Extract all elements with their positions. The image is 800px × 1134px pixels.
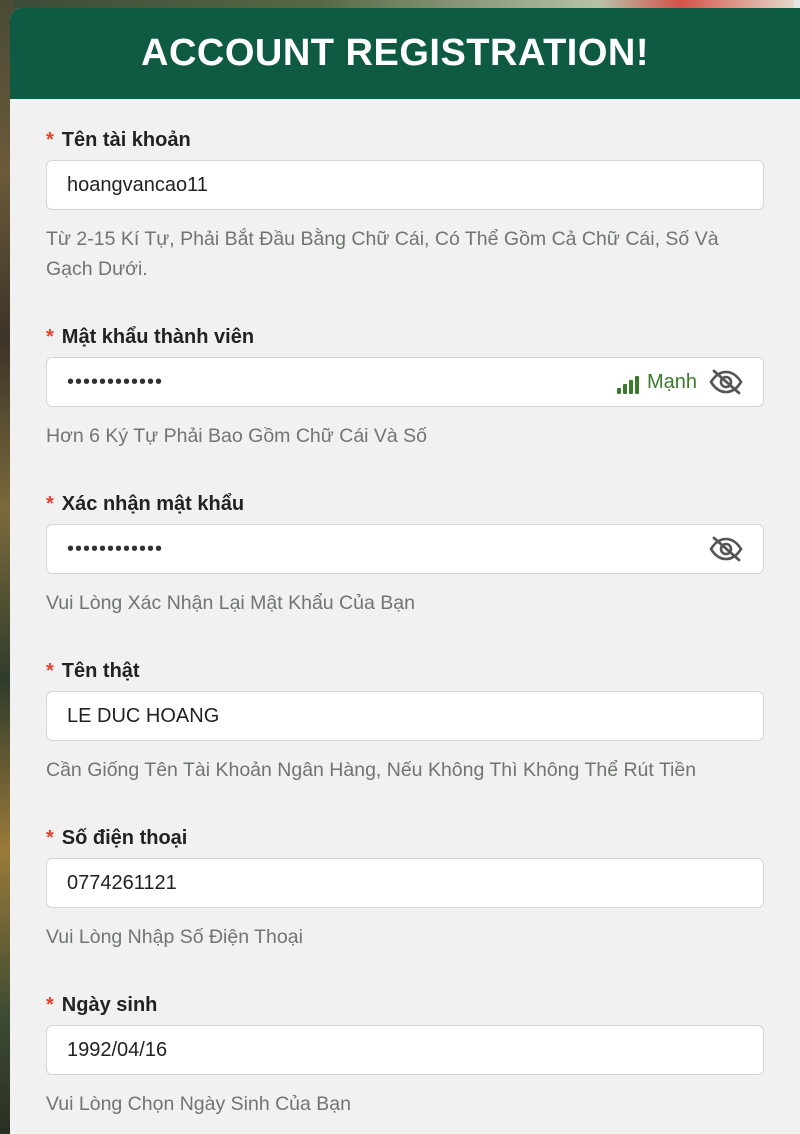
birthday-field-group: * Ngày sinh 1992/04/16 Vui Lòng Chọn Ngà… (46, 993, 764, 1119)
phone-input[interactable]: 0774261121 (46, 858, 764, 908)
password-label: Mật khẩu thành viên (61, 325, 255, 348)
real-name-hint: Cần Giống Tên Tài Khoản Ngân Hàng, Nếu K… (46, 759, 697, 781)
password-hint: Hơn 6 Ký Tự Phải Bao Gồm Chữ Cái Và Số (46, 425, 428, 447)
confirm-password-input[interactable]: •••••••••••• (46, 524, 764, 574)
phone-label-row: * Số điện thoại (46, 826, 764, 850)
strength-bar (616, 387, 621, 394)
required-mark: * (46, 826, 54, 849)
username-value[interactable]: hoangvancao11 (67, 174, 743, 197)
username-label: Tên tài khoản (61, 128, 191, 151)
confirm-password-label: Xác nhận mật khẩu (61, 492, 245, 515)
birthday-label: Ngày sinh (61, 993, 158, 1016)
real-name-label: Tên thật (61, 659, 140, 682)
birthday-hint: Vui Lòng Chọn Ngày Sinh Của Bạn (46, 1093, 351, 1115)
phone-field-group: * Số điện thoại 0774261121 Vui Lòng Nhập… (46, 826, 764, 952)
password-strength-indicator: Mạnh (616, 370, 697, 394)
birthday-label-row: * Ngày sinh (46, 993, 764, 1017)
username-label-row: * Tên tài khoản (46, 128, 764, 152)
signal-strength-icon (616, 375, 639, 394)
eye-slash-icon[interactable] (709, 369, 743, 395)
required-mark: * (46, 659, 54, 682)
phone-label: Số điện thoại (61, 826, 188, 849)
strength-bar (628, 379, 633, 394)
password-input[interactable]: •••••••••••• Mạnh (46, 357, 764, 407)
phone-hint: Vui Lòng Nhập Số Điện Thoại (46, 926, 303, 948)
required-mark: * (46, 993, 54, 1016)
registration-modal: ACCOUNT REGISTRATION! * Tên tài khoản ho… (10, 8, 800, 1134)
username-field-group: * Tên tài khoản hoangvancao11 Từ 2-15 Kí… (46, 128, 764, 284)
birthday-value[interactable]: 1992/04/16 (67, 1039, 743, 1062)
username-input[interactable]: hoangvancao11 (46, 160, 764, 210)
real-name-label-row: * Tên thật (46, 659, 764, 683)
birthday-input[interactable]: 1992/04/16 (46, 1025, 764, 1075)
modal-title: ACCOUNT REGISTRATION! (141, 32, 649, 74)
registration-form: * Tên tài khoản hoangvancao11 Từ 2-15 Kí… (10, 128, 800, 1119)
required-mark: * (46, 325, 54, 348)
real-name-field-group: * Tên thật LE DUC HOANG Cần Giống Tên Tà… (46, 659, 764, 785)
confirm-password-hint: Vui Lòng Xác Nhận Lại Mật Khẩu Của Bạn (46, 592, 415, 614)
required-mark: * (46, 128, 54, 151)
strength-label: Mạnh (646, 370, 697, 393)
password-value[interactable]: •••••••••••• (67, 371, 617, 394)
confirm-password-label-row: * Xác nhận mật khẩu (46, 492, 764, 516)
real-name-input[interactable]: LE DUC HOANG (46, 691, 764, 741)
phone-value[interactable]: 0774261121 (67, 872, 743, 895)
confirm-password-field-group: * Xác nhận mật khẩu •••••••••••• Vui Lòn… (46, 492, 764, 618)
required-mark: * (46, 492, 54, 515)
real-name-value[interactable]: LE DUC HOANG (67, 705, 743, 728)
password-label-row: * Mật khẩu thành viên (46, 325, 764, 349)
password-field-group: * Mật khẩu thành viên •••••••••••• Mạnh (46, 325, 764, 451)
modal-header: ACCOUNT REGISTRATION! (10, 8, 800, 99)
strength-bar (634, 375, 639, 394)
eye-slash-icon[interactable] (709, 536, 743, 562)
username-hint: Từ 2-15 Kí Tự, Phải Bắt Đầu Bằng Chữ Cái… (46, 228, 719, 280)
confirm-password-value[interactable]: •••••••••••• (67, 538, 709, 561)
strength-bar (622, 383, 627, 394)
